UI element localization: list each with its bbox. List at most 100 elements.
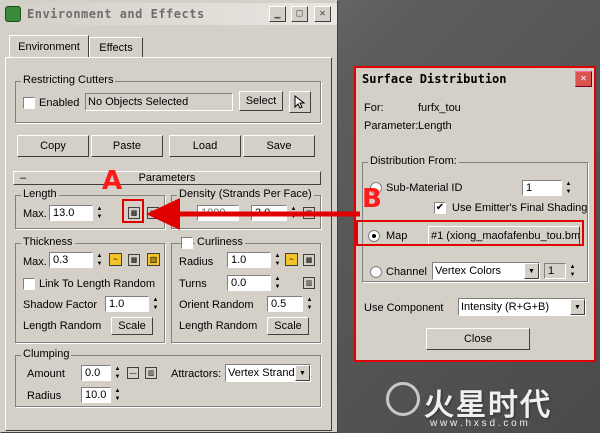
clumping-radius-input[interactable]: 10.0 (81, 387, 111, 403)
thickness-scale-button[interactable]: Scale (111, 317, 153, 335)
for-label: For: (364, 102, 384, 114)
clumping-amount-input[interactable]: 0.0 (81, 365, 111, 381)
thickness-curve-button[interactable]: ~ (109, 253, 122, 266)
watermark-logo-icon (386, 382, 420, 416)
length-title: Length (21, 188, 59, 200)
length-max-input[interactable]: 13.0 (49, 205, 93, 221)
cursor-icon (294, 95, 306, 109)
for-value: furfx_tou (418, 102, 461, 114)
orient-random-label: Orient Random (179, 299, 254, 311)
shadow-factor-spinner[interactable]: ▲ ▼ (151, 296, 160, 312)
use-component-dropdown[interactable]: Intensity (R+G+B) ▼ (458, 298, 586, 316)
clumping-radius-label: Radius (27, 390, 62, 402)
surface-dialog-title: Surface Distribution (362, 72, 507, 86)
attractors-label: Attractors: (171, 368, 222, 380)
submaterial-label: Sub-Material ID (386, 182, 463, 194)
link-length-random-checkbox[interactable] (23, 278, 35, 290)
channel-number-spinner[interactable]: ▲ ▼ (568, 263, 577, 279)
length-max-spinner[interactable]: ▲ ▼ (95, 205, 104, 221)
turns-label: Turns (179, 278, 207, 290)
curliness-radius-spinner[interactable]: ▲ ▼ (273, 252, 282, 268)
paste-button[interactable]: Paste (91, 135, 163, 157)
thickness-title: Thickness (21, 236, 75, 248)
parameter-value: Length (418, 120, 452, 132)
channel-dropdown[interactable]: Vertex Colors ▼ (432, 262, 540, 280)
orient-random-input[interactable]: 0.5 (267, 296, 303, 312)
length-max-label: Max. (23, 208, 47, 220)
thickness-max-spinner[interactable]: ▲ ▼ (95, 252, 104, 268)
parameters-rollout-header[interactable]: – Parameters (13, 171, 321, 185)
use-emitter-checkbox[interactable]: ✔ (434, 202, 446, 214)
surface-titlebar[interactable]: Surface Distribution ✕ (356, 68, 594, 90)
distribution-title: Distribution From: (368, 155, 459, 167)
thickness-max-input[interactable]: 0.3 (49, 252, 93, 268)
shadow-factor-label: Shadow Factor (23, 299, 97, 311)
chevron-down-icon: ▼ (524, 263, 539, 279)
pick-cursor-button[interactable] (289, 91, 311, 113)
shadow-factor-input[interactable]: 1.0 (105, 296, 149, 312)
arrow-head (146, 198, 180, 230)
copy-button[interactable]: Copy (17, 135, 89, 157)
curliness-checkbox[interactable] (181, 237, 193, 249)
env-titlebar[interactable]: Environment and Effects ▁ □ ✕ (1, 3, 337, 25)
chevron-down-icon: ▼ (570, 299, 585, 315)
thickness-map-button-2[interactable]: ▥ (147, 253, 160, 266)
annotation-box-b (356, 220, 584, 246)
curliness-length-random-label: Length Random (179, 320, 258, 332)
curliness-radius-input[interactable]: 1.0 (227, 252, 271, 268)
clumping-radius-spinner[interactable]: ▲ ▼ (113, 387, 122, 403)
attractors-dropdown[interactable]: Vertex Strands ▼ (225, 364, 311, 382)
tab-effects[interactable]: Effects (89, 37, 143, 57)
enabled-checkbox[interactable] (23, 97, 35, 109)
channel-radio[interactable] (370, 266, 382, 278)
orient-random-spinner[interactable]: ▲ ▼ (305, 296, 314, 312)
curliness-scale-button[interactable]: Scale (267, 317, 309, 335)
clumping-amount-map-button[interactable]: ▥ (145, 367, 157, 379)
thickness-length-random-label: Length Random (23, 320, 102, 332)
save-button[interactable]: Save (243, 135, 315, 157)
restricting-cutters-title: Restricting Cutters (21, 74, 116, 86)
clumping-amount-curve-button[interactable]: — (127, 367, 139, 379)
channel-value: Vertex Colors (435, 265, 502, 277)
select-button[interactable]: Select (239, 91, 283, 111)
attractors-value: Vertex Strands (228, 367, 301, 379)
turns-input[interactable]: 0.0 (227, 275, 271, 291)
channel-label: Channel (386, 266, 427, 278)
watermark-url: w w w . h x s d . c o m (430, 418, 528, 429)
surface-close-dialog-button[interactable]: Close (426, 328, 530, 350)
curliness-map-button[interactable]: ▩ (303, 254, 315, 266)
surface-close-button[interactable]: ✕ (575, 71, 592, 87)
objects-field: No Objects Selected (85, 93, 233, 111)
link-length-random-label: Link To Length Random (39, 278, 155, 290)
curliness-title: Curliness (195, 236, 245, 248)
tab-environment[interactable]: Environment (9, 35, 89, 57)
clumping-amount-label: Amount (27, 368, 65, 380)
rollout-toggle-sign: – (20, 172, 27, 184)
use-component-label: Use Component (364, 302, 444, 314)
maximize-button[interactable]: □ (291, 6, 308, 22)
clumping-amount-spinner[interactable]: ▲ ▼ (113, 365, 122, 381)
submaterial-spinner[interactable]: ▲ ▼ (564, 180, 573, 196)
close-button[interactable]: ✕ (314, 6, 331, 22)
thickness-map-button[interactable]: ▩ (128, 254, 140, 266)
submaterial-input[interactable]: 1 (522, 180, 562, 196)
enabled-label: Enabled (39, 97, 80, 109)
minimize-button[interactable]: ▁ (269, 6, 286, 22)
thickness-max-label: Max. (23, 256, 47, 268)
clumping-title: Clumping (21, 348, 72, 360)
use-emitter-label: Use Emitter's Final Shading (452, 202, 588, 214)
channel-number-input[interactable]: 1 (544, 263, 566, 279)
annotation-arrow (146, 198, 360, 230)
app-icon (5, 6, 21, 22)
chevron-down-icon: ▼ (295, 365, 310, 381)
use-component-value: Intensity (R+G+B) (461, 301, 550, 313)
parameters-title: Parameters (138, 172, 196, 184)
annotation-label-b: B (362, 184, 382, 214)
turns-map-button[interactable]: ▥ (303, 277, 315, 289)
annotation-label-a: A (102, 166, 123, 196)
watermark: 火星时代 w w w . h x s d . c o m (380, 378, 600, 433)
turns-spinner[interactable]: ▲ ▼ (273, 275, 282, 291)
load-button[interactable]: Load (169, 135, 241, 157)
env-window-title: Environment and Effects (27, 7, 205, 21)
curliness-curve-button[interactable]: ~ (285, 253, 298, 266)
